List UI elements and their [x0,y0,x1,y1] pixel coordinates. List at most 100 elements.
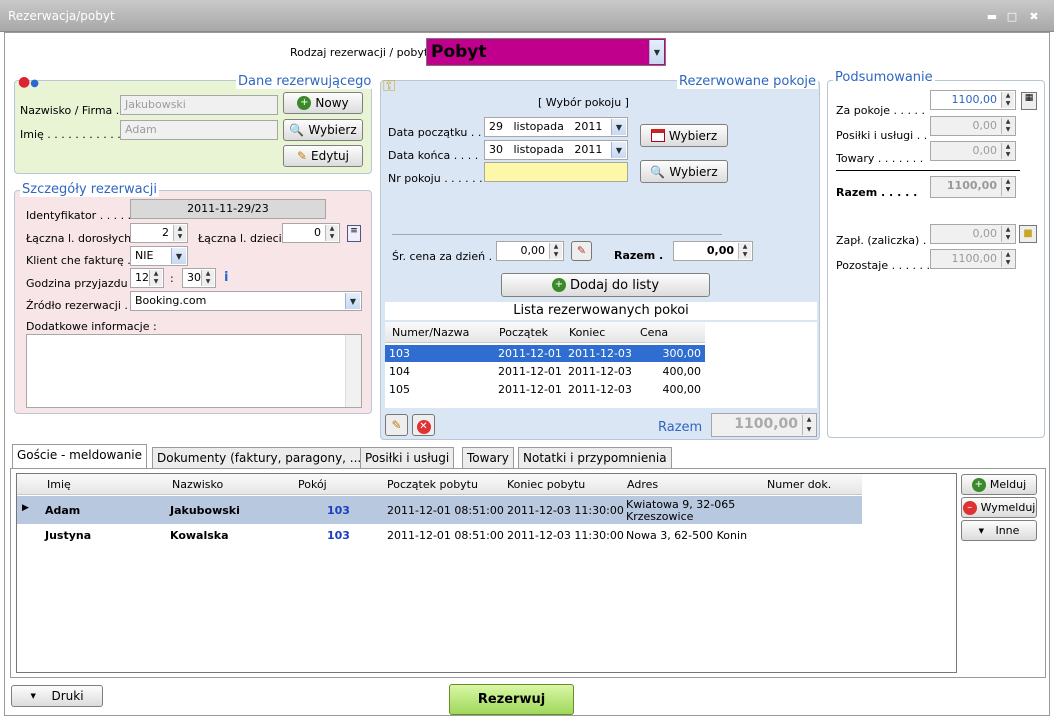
end-date-picker[interactable]: 30 listopada 2011 ▼ [484,140,628,160]
column-header[interactable]: Koniec [569,326,605,339]
minus-icon: – [962,500,977,515]
plus-icon: + [971,477,986,492]
reserve-button[interactable]: Rezerwuj [449,684,574,715]
choose-dates-label: Wybierz [668,128,718,143]
surname-field[interactable]: Jakubowski [120,95,278,115]
room-price: 300,00 [662,347,702,360]
spinner-icon[interactable]: ▲ ▼ [201,270,214,286]
chevron-down-icon[interactable]: ▼ [611,119,626,135]
minute-value: 30 [187,271,201,284]
column-header[interactable]: Numer/Nazwa [392,326,469,339]
edit-booker-button[interactable]: ✎ Edytuj [283,145,363,167]
guest-address-line2: Krzeszowice [626,510,694,523]
avg-price-stepper[interactable]: 0,00 ▲ ▼ [496,241,564,261]
document-icon[interactable]: ≡ [347,225,361,242]
source-select[interactable]: Booking.com ▼ [130,291,362,311]
checkin-label: Melduj [989,478,1027,491]
column-header[interactable]: Adres [627,478,658,491]
tab-goods[interactable]: Towary [462,447,514,469]
calculator-icon[interactable]: ▦ [1021,92,1037,110]
invoice-select[interactable]: NIE ▼ [130,246,188,266]
surname-label: Nazwisko / Firma . [20,104,120,117]
new-booker-button[interactable]: + Nowy [283,92,363,114]
calculator-icon[interactable]: ✎ [571,241,592,261]
room-number-field[interactable] [484,162,628,182]
minimize-icon[interactable]: ▬ [984,10,1000,24]
tab-notes[interactable]: Notatki i przypomnienia [518,447,672,469]
table-row[interactable]: Justyna Kowalska 103 2011-12-01 08:51:00… [17,525,862,545]
room-number: 103 [389,347,410,360]
table-row[interactable]: 103 2011-12-01 2011-12-03 300,00 [385,345,705,362]
reservation-type-select[interactable]: Pobyt ▼ [426,38,666,66]
search-icon: 🔍 [289,123,305,137]
room-total-stepper[interactable]: 0,00 ▲ ▼ [673,241,753,261]
room-price: 400,00 [662,365,702,378]
hour-stepper[interactable]: 12 ▲ ▼ [130,268,164,288]
choose-dates-button[interactable]: Wybierz [640,124,728,147]
room-start: 2011-12-01 [498,383,562,396]
start-date-picker[interactable]: 29 listopada 2011 ▼ [484,117,628,137]
scrollbar[interactable] [345,335,361,407]
spinner-icon[interactable]: ▲ ▼ [549,243,562,259]
room-end: 2011-12-03 [568,365,632,378]
source-label: Źródło rezerwacji . [26,299,128,312]
children-stepper[interactable]: 0 ▲ ▼ [282,223,340,243]
time-separator: : [170,272,174,285]
column-header[interactable]: Nazwisko [172,478,223,491]
table-row[interactable]: 104 2011-12-01 2011-12-03 400,00 [385,363,705,380]
add-to-list-button[interactable]: + Dodaj do listy [501,273,710,297]
column-header[interactable]: Pokój [298,478,327,491]
name-field[interactable]: Adam [120,120,278,140]
adults-stepper[interactable]: 2 ▲ ▼ [130,223,188,243]
guest-room: 103 [327,529,350,542]
close-icon[interactable]: ✖ [1026,10,1042,24]
spinner-icon[interactable]: ▲ ▼ [738,243,751,259]
chevron-down-icon[interactable]: ▼ [611,142,626,158]
tab-guests[interactable]: Goście - meldowanie [12,444,148,469]
choose-room-button[interactable]: 🔍 Wybierz [640,160,728,183]
more-button[interactable]: ▼ Inne [961,520,1037,541]
column-header[interactable]: Imię [47,478,71,491]
summary-rooms-field[interactable]: 1100,00 ▲ ▼ [930,90,1016,110]
info-icon[interactable]: i [224,270,228,285]
id-field: 2011-11-29/23 [130,199,326,219]
checkin-button[interactable]: + Melduj [961,474,1037,495]
delete-icon[interactable]: ✕ [412,414,435,436]
key-icon: ⚿ [383,76,396,95]
hour-value: 12 [135,271,149,284]
spinner-icon[interactable]: ▲ ▼ [325,225,338,241]
chevron-down-icon[interactable]: ▼ [345,293,360,309]
tab-meals[interactable]: Posiłki i usługi [360,447,455,469]
tab-documents[interactable]: Dokumenty (faktury, paragony, ...) [152,447,371,469]
dropdown-icon: ▼ [30,692,36,700]
end-date-label: Data końca . . . . [388,149,479,162]
column-header[interactable]: Koniec pobytu [507,478,585,491]
column-header[interactable]: Cena [640,326,668,339]
spinner-icon[interactable]: ▲ ▼ [173,225,186,241]
title-bar: Rezerwacja/pobyt ▬ □ ✖ [0,0,1054,32]
spinner-icon[interactable]: ▲ ▼ [1001,92,1014,108]
table-row[interactable]: 105 2011-12-01 2011-12-03 400,00 [385,381,705,398]
chevron-down-icon[interactable]: ▼ [171,248,186,264]
edit-icon[interactable]: ✎ [385,414,408,436]
column-header[interactable]: Początek [499,326,548,339]
extra-info-textarea[interactable] [26,334,362,408]
guest-end: 2011-12-03 11:30:00 [507,504,624,517]
spinner-icon[interactable]: ▲ ▼ [149,270,162,286]
column-header[interactable]: Numer dok. [767,478,831,491]
checkout-button[interactable]: – Wymelduj [961,497,1037,518]
chevron-down-icon[interactable]: ▼ [649,40,664,64]
spinner-icon: ▲ ▼ [802,415,815,435]
choose-booker-button[interactable]: 🔍 Wybierz [283,119,363,141]
table-row[interactable]: ▶ Adam Jakubowski 103 2011-12-01 08:51:0… [17,496,862,524]
folder-icon[interactable]: ■ [1019,225,1037,243]
end-day: 30 [489,143,503,156]
minute-stepper[interactable]: 30 ▲ ▼ [182,268,216,288]
print-button[interactable]: ▼ Druki [11,685,103,707]
edit-icon: ✎ [296,149,308,163]
maximize-icon[interactable]: □ [1004,10,1020,24]
id-label: Identyfikator . . . . . . [26,209,139,222]
row-indicator-icon: ▶ [22,503,29,513]
column-header[interactable]: Początek pobytu [387,478,478,491]
guest-end: 2011-12-03 11:30:00 [507,529,624,542]
